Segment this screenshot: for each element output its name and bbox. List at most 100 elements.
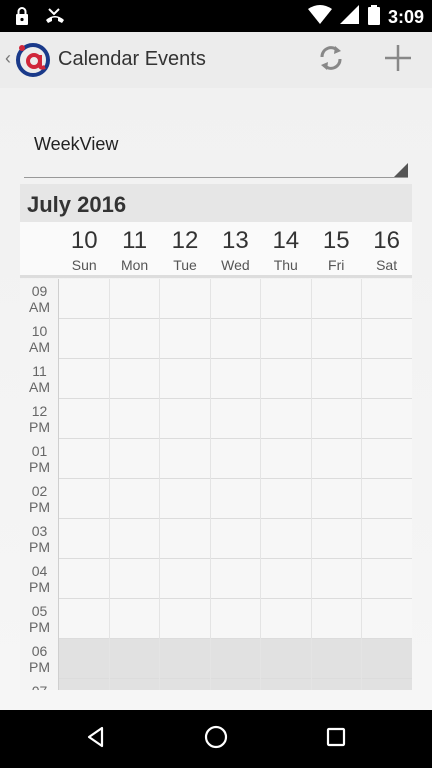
back-triangle-icon xyxy=(84,725,108,754)
add-event-button[interactable] xyxy=(378,42,418,78)
time-hour: 11 xyxy=(32,363,47,379)
status-bar: 3:09 xyxy=(0,0,432,32)
hour-row[interactable] xyxy=(20,679,412,690)
day-name: Mon xyxy=(120,257,149,273)
time-label: 03 PM xyxy=(20,519,59,555)
time-hour: 01 xyxy=(31,443,48,459)
hour-row[interactable] xyxy=(20,559,412,599)
time-hour: 12 xyxy=(31,403,48,419)
day-divider xyxy=(260,279,261,690)
day-column-header[interactable]: 16 Sat xyxy=(361,222,411,278)
time-label: 02 PM xyxy=(20,479,59,515)
hour-row[interactable] xyxy=(20,639,412,679)
wifi-icon xyxy=(307,5,332,30)
time-hour: 04 xyxy=(31,563,48,579)
month-header: July 2016 xyxy=(20,184,412,222)
time-period: AM xyxy=(29,339,50,355)
hour-row[interactable] xyxy=(20,599,412,639)
hour-row[interactable] xyxy=(20,519,412,559)
hour-row[interactable] xyxy=(20,319,412,359)
day-number: 16 xyxy=(373,227,400,254)
signal-icon xyxy=(339,5,360,30)
week-grid[interactable]: 09 AM 10 AM 11 AM 12 PM 01 PM 02 PM 03 P… xyxy=(20,279,412,690)
dropdown-arrow-icon xyxy=(394,163,408,177)
time-label: 01 PM xyxy=(20,439,59,475)
day-name: Tue xyxy=(173,257,197,273)
hour-row[interactable] xyxy=(20,439,412,479)
hour-row[interactable] xyxy=(20,359,412,399)
day-name: Thu xyxy=(273,257,298,273)
time-hour: 05 xyxy=(31,603,48,619)
day-number: 10 xyxy=(70,227,98,254)
time-hour: 07 xyxy=(20,683,59,690)
day-divider xyxy=(159,279,160,690)
app-logo[interactable] xyxy=(14,40,52,78)
view-mode-value: WeekView xyxy=(34,134,119,154)
time-label: 05 PM xyxy=(20,599,59,635)
time-label: 11 AM xyxy=(20,359,59,395)
day-number: 11 xyxy=(122,227,148,254)
content-area: WeekView July 2016 10 Sun 11 Mon 12 Tue … xyxy=(0,88,432,710)
month-title: July 2016 xyxy=(27,192,127,217)
time-label: 06 PM xyxy=(20,639,59,675)
screen-title: Calendar Events xyxy=(58,48,206,70)
hour-row[interactable] xyxy=(20,279,412,319)
time-period: AM xyxy=(29,379,50,395)
time-period: PM xyxy=(29,619,50,635)
time-period: PM xyxy=(29,499,50,515)
time-hour: 10 xyxy=(31,323,48,339)
day-column-header[interactable]: 15 Fri xyxy=(311,222,361,278)
day-name: Sat xyxy=(376,257,398,273)
day-divider xyxy=(210,279,211,690)
time-hour: 02 xyxy=(31,483,48,499)
day-header: 10 Sun 11 Mon 12 Tue 13 Wed 14 Thu 15 Fr… xyxy=(20,222,412,278)
plus-icon xyxy=(383,43,413,78)
time-period: PM xyxy=(29,539,50,555)
hour-row[interactable] xyxy=(20,479,412,519)
battery-icon xyxy=(367,5,380,30)
time-label: 12 PM xyxy=(20,399,59,435)
home-circle-icon xyxy=(203,724,229,755)
view-mode-spinner[interactable]: WeekView xyxy=(24,128,408,178)
day-divider xyxy=(311,279,312,690)
day-name: Sun xyxy=(71,257,97,273)
day-number: 14 xyxy=(272,227,300,254)
refresh-button[interactable] xyxy=(312,42,350,78)
day-divider xyxy=(361,279,362,690)
time-period: PM xyxy=(29,459,50,475)
refresh-icon xyxy=(316,43,346,78)
day-number: 13 xyxy=(222,227,249,254)
day-column-header[interactable]: 10 Sun xyxy=(59,222,109,278)
day-number: 15 xyxy=(322,227,350,254)
time-period: PM xyxy=(29,419,50,435)
recents-square-icon xyxy=(324,725,348,754)
time-hour: 09 xyxy=(31,283,48,299)
nav-recents-button[interactable] xyxy=(320,723,352,755)
time-column: 09 AM 10 AM 11 AM 12 PM 01 PM 02 PM 03 P… xyxy=(20,279,59,690)
status-time: 3:09 xyxy=(387,7,424,27)
time-period: PM xyxy=(29,659,50,675)
day-name: Fri xyxy=(328,257,345,273)
nav-home-button[interactable] xyxy=(200,723,232,755)
day-name: Wed xyxy=(221,257,250,273)
time-hour: 06 xyxy=(31,643,48,659)
time-period: AM xyxy=(29,299,50,315)
time-label: 07 PM xyxy=(20,679,59,690)
time-hour: 03 xyxy=(31,523,48,539)
time-label: 04 PM xyxy=(20,559,59,595)
day-number: 12 xyxy=(171,227,199,254)
time-label: 10 AM xyxy=(20,319,59,355)
lock-icon xyxy=(14,6,30,31)
navigation-bar xyxy=(0,710,432,768)
day-divider xyxy=(109,279,110,690)
day-column-header[interactable]: 13 Wed xyxy=(210,222,260,278)
hour-row[interactable] xyxy=(20,399,412,439)
time-label: 09 AM xyxy=(20,279,59,315)
missed-call-icon xyxy=(44,6,66,31)
day-column-header[interactable]: 11 Mon xyxy=(109,222,159,278)
day-column-header[interactable]: 14 Thu xyxy=(261,222,311,278)
action-bar: ‹ Calendar Events xyxy=(0,32,432,88)
up-chevron-icon[interactable]: ‹ xyxy=(5,48,11,69)
nav-back-button[interactable] xyxy=(80,723,112,755)
day-column-header[interactable]: 12 Tue xyxy=(160,222,210,278)
